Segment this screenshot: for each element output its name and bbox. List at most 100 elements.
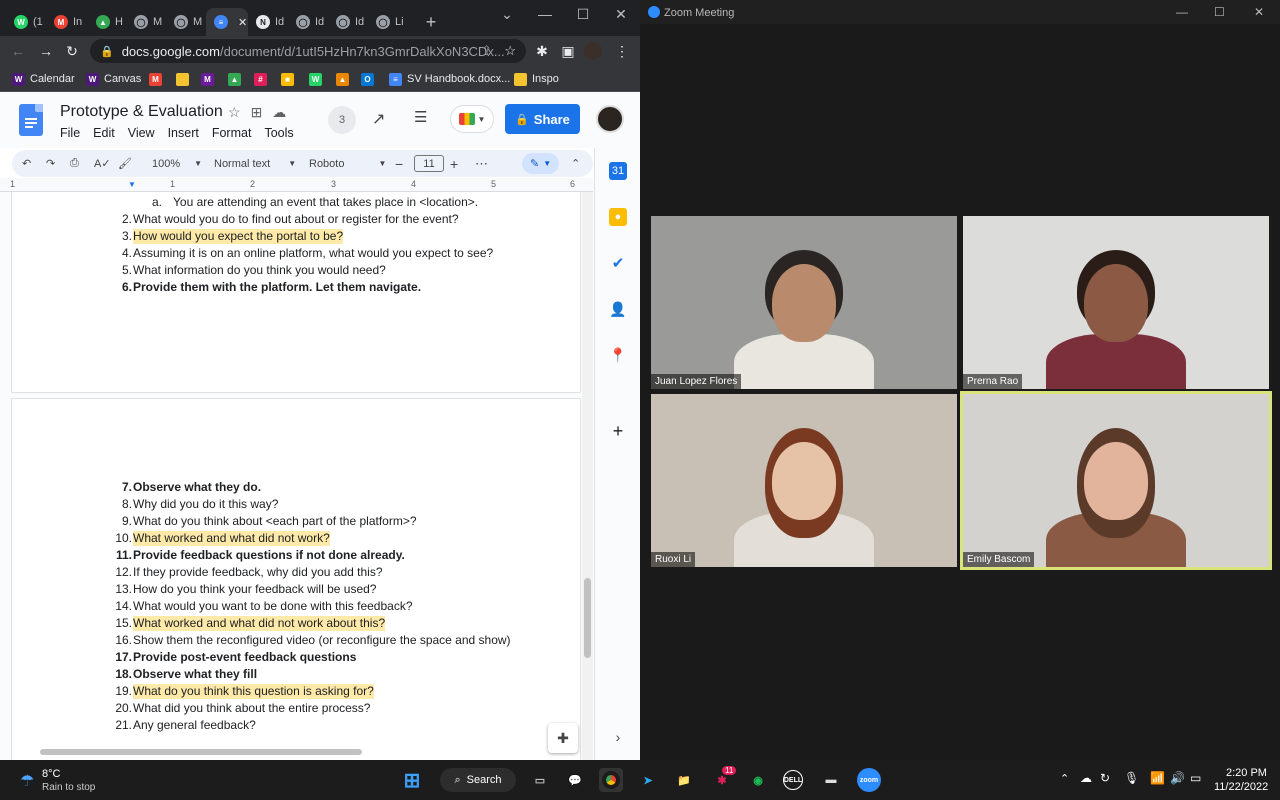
docs-logo-icon[interactable] [19, 104, 43, 136]
tasks-icon[interactable]: ✔ [609, 254, 627, 272]
chrome-taskbar-icon[interactable] [599, 768, 623, 792]
volume-icon[interactable]: 🔊 [1170, 771, 1185, 785]
sync-icon[interactable]: ↻ [1100, 771, 1110, 785]
browser-tab[interactable]: ◯ Li [368, 8, 408, 36]
keep-icon[interactable]: ● [609, 208, 627, 226]
undo-icon[interactable]: ↶ [22, 150, 31, 177]
browser-tab[interactable]: ◯ Id [328, 8, 368, 36]
bookmark-item[interactable]: ▲ [336, 70, 349, 88]
get-addons-icon[interactable]: + [609, 421, 627, 441]
redo-icon[interactable]: ↷ [46, 150, 55, 177]
extensions-icon[interactable]: ✱ [532, 41, 552, 61]
bookmark-item[interactable]: ≡ SV Handbook.docx... [389, 70, 510, 88]
zoom-taskbar-icon[interactable]: zoom [857, 768, 881, 792]
share-button[interactable]: 🔒 Share [505, 104, 580, 134]
bookmark-item[interactable]: ■ [281, 70, 294, 88]
clock-time[interactable]: 2:20 PM [1226, 767, 1267, 779]
wifi-icon[interactable]: 📶 [1150, 771, 1165, 785]
participant-video-tile[interactable]: Ruoxi Li [651, 394, 957, 567]
editing-mode-button[interactable]: ✎ ▼ [522, 153, 560, 174]
address-bar[interactable]: 🔒 docs.google.com/document/d/1utI5HzHn7k… [90, 39, 526, 63]
bookmark-item[interactable]: W [309, 70, 322, 88]
font-size-input[interactable]: 11 [414, 155, 444, 172]
participant-video-tile[interactable]: Emily Bascom [960, 391, 1272, 570]
forward-icon[interactable]: → [36, 41, 56, 61]
spellcheck-icon[interactable]: A✓ [94, 150, 111, 177]
browser-tab[interactable]: M In [46, 8, 88, 36]
teams-chat-icon[interactable]: 💬 [563, 768, 587, 792]
windows-start-icon[interactable]: ⊞ [400, 768, 424, 792]
contacts-icon[interactable]: 👤 [609, 300, 627, 318]
onedrive-icon[interactable]: ☁ [1080, 771, 1092, 785]
browser-tab[interactable]: ◯ Id [288, 8, 328, 36]
browser-tab[interactable]: ▲ H [88, 8, 126, 36]
paint-format-icon[interactable]: 🖌 [118, 150, 132, 177]
telegram-icon[interactable]: ➤ [636, 768, 660, 792]
microphone-icon[interactable]: 🎙 [1124, 771, 1139, 785]
browser-tab[interactable]: ◯ M [126, 8, 166, 36]
profile-avatar[interactable] [584, 42, 602, 60]
browser-tab[interactable]: ◯ M [166, 8, 206, 36]
browser-tab[interactable]: ≡ ✕ [206, 8, 248, 36]
bookmark-star-icon[interactable]: ☆ [504, 43, 516, 59]
show-side-panel-icon[interactable]: › [609, 728, 627, 746]
menu-item[interactable]: File [60, 126, 80, 140]
bookmark-item[interactable]: M [149, 70, 162, 88]
bookmark-item[interactable]: M [201, 70, 214, 88]
file-explorer-icon[interactable]: 📁 [672, 768, 696, 792]
menu-item[interactable]: Format [212, 126, 252, 140]
move-folder-icon[interactable]: ⊞ [251, 104, 263, 121]
bookmark-item[interactable]: O [361, 70, 374, 88]
menu-item[interactable]: Edit [93, 126, 115, 140]
minimize-icon[interactable]: — [526, 0, 564, 28]
clock-date[interactable]: 11/22/2022 [1214, 781, 1268, 793]
account-avatar[interactable] [596, 105, 624, 133]
show-hidden-icons-icon[interactable]: ⌃ [1060, 772, 1069, 785]
tab-search-icon[interactable]: ⌄ [488, 0, 526, 28]
indent-marker-icon[interactable]: ▼ [128, 180, 136, 189]
bookmark-item[interactable]: # [254, 70, 267, 88]
bookmark-item[interactable]: W Calendar [12, 70, 75, 88]
maps-icon[interactable]: 📍 [609, 346, 627, 364]
collapse-menus-icon[interactable]: ⌃ [571, 150, 580, 177]
menu-item[interactable]: Tools [264, 126, 293, 140]
activity-dashboard-icon[interactable]: ↗ [372, 109, 385, 129]
taskbar-search[interactable]: ⌕ Search [440, 768, 516, 792]
menu-item[interactable]: Insert [168, 126, 199, 140]
comment-history-icon[interactable]: ☰ [414, 108, 427, 126]
star-icon[interactable]: ☆ [228, 104, 241, 121]
zoom-maximize-icon[interactable]: ☐ [1214, 5, 1225, 19]
print-icon[interactable]: ⎙ [70, 150, 79, 177]
horizontal-scroll-thumb[interactable] [40, 749, 362, 755]
browser-tab[interactable]: W (1 [6, 8, 46, 36]
task-view-icon[interactable]: ▭ [528, 768, 552, 792]
more-options-icon[interactable]: ⋯ [475, 150, 488, 177]
add-comment-button[interactable]: ✚ [548, 723, 578, 753]
bookmark-item[interactable]: ▲ [228, 70, 241, 88]
participant-video-tile[interactable]: Prerna Rao [963, 216, 1269, 389]
collaborators-count[interactable]: 3 [328, 106, 356, 134]
vertical-scroll-thumb[interactable] [584, 578, 591, 658]
menu-item[interactable]: View [128, 126, 155, 140]
zoom-minimize-icon[interactable]: — [1176, 5, 1188, 19]
terminal-icon[interactable]: ▬ [819, 768, 843, 792]
bookmark-item[interactable] [176, 70, 189, 88]
bookmark-item[interactable]: Inspo [514, 70, 559, 88]
reload-icon[interactable]: ↻ [62, 41, 82, 61]
font-size-decrease-icon[interactable]: − [395, 150, 403, 177]
chrome-menu-icon[interactable]: ⋮ [612, 41, 632, 61]
zoom-close-icon[interactable]: ✕ [1254, 5, 1264, 19]
spotify-icon[interactable]: ◉ [746, 768, 770, 792]
vertical-scrollbar[interactable] [582, 192, 593, 760]
share-page-icon[interactable]: ⇪ [481, 43, 492, 59]
side-panel-icon[interactable]: ▣ [558, 41, 578, 61]
browser-tab[interactable]: N Id [248, 8, 288, 36]
close-window-icon[interactable]: ✕ [602, 0, 640, 28]
dell-icon[interactable]: DELL [783, 770, 803, 790]
bookmark-item[interactable]: W Canvas [86, 70, 141, 88]
participant-video-tile[interactable]: Juan Lopez Flores [651, 216, 957, 389]
style-select[interactable]: Normal text ▼ [214, 150, 296, 177]
tab-close-icon[interactable]: ✕ [238, 16, 247, 29]
font-size-increase-icon[interactable]: + [450, 150, 458, 177]
maximize-icon[interactable]: ☐ [564, 0, 602, 28]
